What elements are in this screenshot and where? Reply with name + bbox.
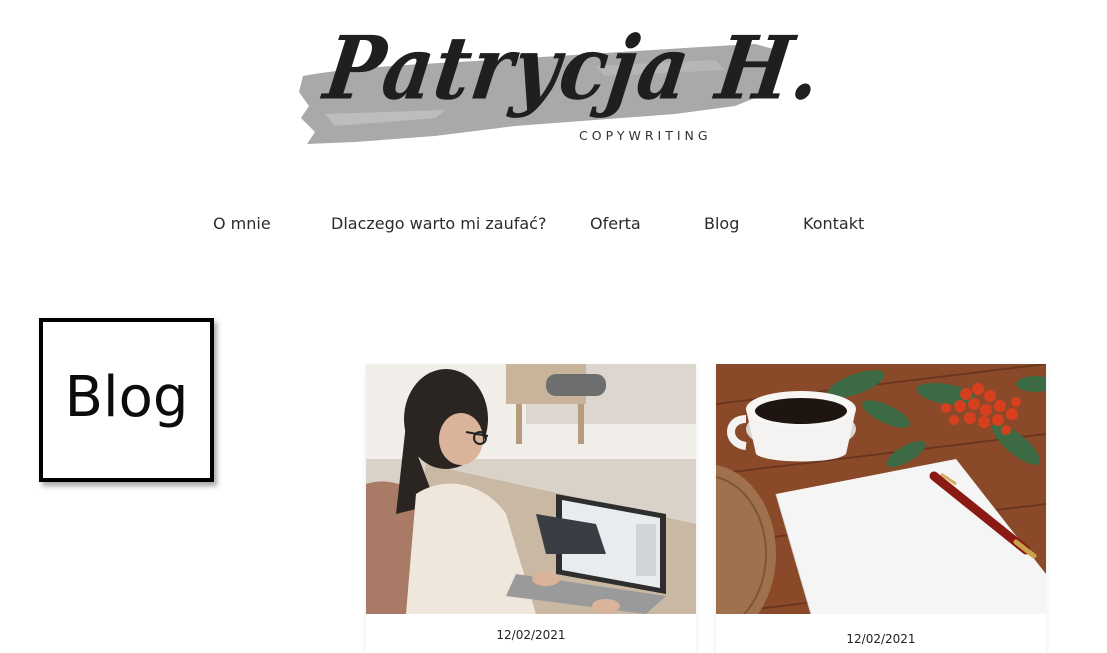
post-thumbnail[interactable] bbox=[716, 364, 1046, 614]
blog-post-card[interactable]: 12/02/2021 bbox=[366, 364, 696, 653]
blog-post-card[interactable]: 12/02/2021 bbox=[716, 364, 1046, 653]
logo-name: Patrycja H. bbox=[318, 18, 828, 120]
nav-item-dlaczego-warto[interactable]: Dlaczego warto mi zaufać? bbox=[331, 214, 546, 233]
page-title: Blog bbox=[64, 364, 189, 430]
nav-item-oferta[interactable]: Oferta bbox=[590, 214, 641, 233]
nav-item-kontakt[interactable]: Kontakt bbox=[803, 214, 864, 233]
post-date: 12/02/2021 bbox=[496, 628, 566, 642]
nav-item-o-mnie[interactable]: O mnie bbox=[213, 214, 271, 233]
post-thumbnail[interactable] bbox=[366, 364, 696, 614]
logo-tagline: COPYWRITING bbox=[579, 128, 712, 143]
main-navigation: O mnie Dlaczego warto mi zaufać? Oferta … bbox=[0, 214, 1107, 238]
site-logo[interactable]: Patrycja H. COPYWRITING bbox=[295, 14, 828, 154]
page-title-box: Blog bbox=[39, 318, 214, 482]
post-date: 12/02/2021 bbox=[846, 632, 916, 646]
page: Patrycja H. COPYWRITING O mnie Dlaczego … bbox=[0, 0, 1107, 653]
nav-item-blog[interactable]: Blog bbox=[704, 214, 739, 233]
